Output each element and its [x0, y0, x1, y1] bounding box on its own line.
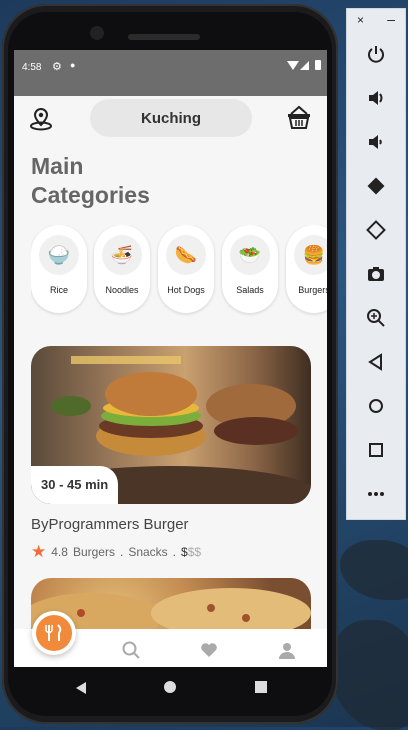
power-icon[interactable] — [361, 39, 391, 69]
heart-icon[interactable] — [200, 641, 218, 659]
price-level-inactive: $$ — [187, 545, 202, 559]
zoom-icon[interactable] — [361, 303, 391, 333]
android-nav-bar — [14, 669, 327, 707]
volume-up-icon[interactable] — [361, 83, 391, 113]
category-hot-dogs[interactable]: 🌭 Hot Dogs — [158, 225, 214, 313]
category-noodles[interactable]: 🍜 Noodles — [94, 225, 150, 313]
restaurant-meta: ★ 4.8 Burgers . Snacks . $$$ — [31, 542, 202, 561]
location-selector[interactable]: Kuching — [90, 99, 252, 137]
cutlery-icon — [36, 615, 72, 651]
wifi-icon — [287, 61, 299, 70]
earpiece-speaker — [128, 34, 200, 40]
search-icon[interactable] — [122, 641, 140, 659]
camera-icon[interactable] — [361, 259, 391, 289]
nav-recents-icon[interactable] — [255, 681, 267, 693]
status-bar: 4:58 ⚙ ● — [14, 50, 327, 96]
noodles-icon: 🍜 — [102, 235, 142, 275]
volume-down-icon[interactable] — [361, 127, 391, 157]
main-content: Kuching Main Categories 🍚 Rice 🍜 Noodles… — [14, 96, 327, 667]
category-list: 🍚 Rice 🍜 Noodles 🌭 Hot Dogs 🥗 Salads 🍔 B… — [31, 225, 327, 317]
nav-back-icon[interactable] — [76, 682, 86, 694]
front-camera — [90, 26, 104, 40]
rotate-right-icon[interactable] — [361, 215, 391, 245]
emulator-toolbar: × – — [346, 8, 406, 520]
home-icon[interactable] — [361, 391, 391, 421]
settings-icon: ⚙ — [52, 61, 62, 73]
app-screen: 4:58 ⚙ ● Kuching Main Categories 🍚 Rice … — [14, 50, 327, 667]
burger-icon: 🍔 — [294, 235, 327, 275]
page-title-line2: Categories — [31, 182, 150, 208]
category-label: Hot Dogs — [167, 285, 205, 295]
category-salads[interactable]: 🥗 Salads — [222, 225, 278, 313]
page-title-line1: Main — [31, 153, 84, 179]
category-rice[interactable]: 🍚 Rice — [31, 225, 87, 313]
more-icon[interactable] — [361, 479, 391, 509]
minimize-icon[interactable]: – — [387, 11, 395, 27]
signal-icon — [300, 61, 309, 70]
background-rock — [340, 540, 408, 600]
category-label: Burgers — [298, 285, 327, 295]
delivery-time-tag: 30 - 45 min — [31, 466, 119, 504]
status-time: 4:58 — [22, 62, 42, 73]
close-icon[interactable]: × — [357, 13, 364, 27]
separator-dot: . — [119, 545, 124, 559]
overview-icon[interactable] — [361, 435, 391, 465]
nav-home-icon[interactable] — [164, 681, 176, 693]
back-icon[interactable] — [361, 347, 391, 377]
background-rock — [330, 620, 408, 730]
hot-dog-icon: 🌭 — [166, 235, 206, 275]
restaurant-name[interactable]: ByProgrammers Burger — [31, 516, 189, 533]
category-label: Rice — [49, 285, 68, 295]
page-title: Main Categories — [31, 152, 150, 210]
profile-icon[interactable] — [278, 641, 296, 659]
rice-bowl-icon: 🍚 — [39, 235, 79, 275]
category-label: Salads — [236, 285, 264, 295]
price-level-active: $ — [181, 545, 188, 559]
battery-icon — [315, 60, 321, 70]
separator-dot: . — [172, 545, 177, 559]
category-label: Noodles — [105, 285, 139, 295]
restaurant-tag: Burgers — [72, 545, 115, 559]
home-fab-button[interactable] — [32, 611, 76, 655]
restaurant-rating: 4.8 — [51, 545, 68, 559]
star-icon: ★ — [31, 542, 47, 561]
category-burgers[interactable]: 🍔 Burgers — [286, 225, 327, 313]
restaurant-tag: Snacks — [128, 545, 168, 559]
salad-icon: 🥗 — [230, 235, 270, 275]
notification-dot-icon: ● — [70, 60, 76, 70]
rotate-left-icon[interactable] — [361, 171, 391, 201]
basket-icon[interactable] — [286, 104, 312, 130]
location-pin-icon[interactable] — [28, 106, 54, 132]
restaurant-image[interactable]: 30 - 45 min — [31, 346, 311, 504]
